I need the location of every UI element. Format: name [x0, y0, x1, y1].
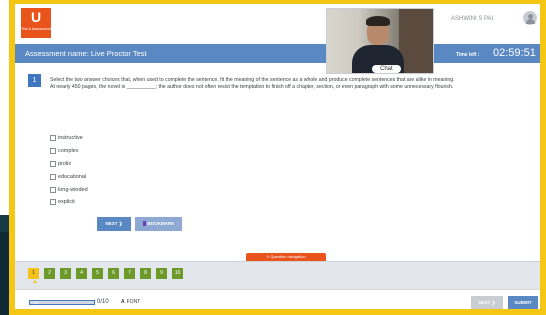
user-name: ASHWINI S PAI: [451, 16, 494, 22]
question-instruction: Select the two answer choices that, when…: [50, 77, 455, 83]
question-nav-button[interactable]: 8: [140, 268, 151, 279]
checkbox[interactable]: [50, 186, 56, 193]
option-label: complex: [58, 148, 79, 155]
next-button[interactable]: NEXT ❯: [97, 217, 131, 231]
answered-count: 0/10: [97, 299, 109, 305]
chat-button[interactable]: Chat: [372, 65, 401, 73]
option-label: educational: [58, 173, 87, 180]
option-label: instructive: [58, 135, 83, 142]
question-prompt: At nearly 450 pages, the novel is ______…: [50, 83, 454, 90]
assessment-title-bar: Assessment name: Live Proctor Test Time …: [15, 44, 540, 63]
progress-bar: [29, 300, 95, 305]
screen-frame: U Test & Assessment ASHWINI S PAI Chat A…: [9, 0, 546, 315]
footer-next-button[interactable]: NEXT ❯: [471, 296, 503, 309]
answer-option[interactable]: instructive: [50, 132, 88, 145]
logo-mark: U: [30, 9, 42, 25]
question-navigation-toggle[interactable]: ∨ Question navigation: [246, 253, 326, 261]
font-label: FONT: [126, 299, 141, 305]
answer-option[interactable]: complex: [50, 145, 88, 158]
font-size-button[interactable]: A FONT: [121, 299, 140, 305]
countdown-timer: 02:59:51: [493, 47, 536, 59]
app-logo: U Test & Assessment: [21, 8, 51, 38]
answer-option[interactable]: long-winded: [50, 183, 88, 196]
option-label: prolix: [58, 160, 72, 167]
option-label: long-winded: [58, 186, 88, 193]
checkbox[interactable]: [50, 199, 56, 206]
webcam-person-hair: [366, 16, 390, 26]
time-left-label: Time left :: [456, 52, 480, 58]
bookmark-label: BOOKMARK: [147, 221, 175, 226]
checkbox[interactable]: [50, 148, 56, 155]
answer-option[interactable]: educational: [50, 170, 88, 183]
question-nav-button[interactable]: 7: [124, 268, 135, 279]
test-screen: U Test & Assessment ASHWINI S PAI Chat A…: [15, 4, 540, 309]
submit-button[interactable]: SUBMIT: [508, 296, 538, 309]
question-nav-button[interactable]: 1: [28, 268, 39, 279]
question-nav-button[interactable]: 3: [60, 268, 71, 279]
header: U Test & Assessment ASHWINI S PAI: [15, 4, 540, 44]
question-text: Select the two answer choices that, when…: [50, 77, 490, 90]
question-nav-button[interactable]: 5: [92, 268, 103, 279]
bookmark-icon: [142, 221, 146, 226]
question-nav-button[interactable]: 4: [76, 268, 87, 279]
webcam-door: [399, 9, 433, 73]
answer-options: instructive complex prolix educational l…: [50, 132, 88, 209]
bookmark-button[interactable]: BOOKMARK: [135, 217, 182, 231]
font-icon: A: [121, 299, 125, 305]
logo-tagline: Test & Assessment: [21, 27, 51, 31]
answer-option[interactable]: prolix: [50, 158, 88, 171]
user-avatar-icon[interactable]: [523, 11, 537, 25]
checkbox[interactable]: [50, 173, 56, 180]
assessment-name: Assessment name: Live Proctor Test: [25, 49, 147, 58]
current-question-caret-icon: [33, 280, 37, 283]
checkbox[interactable]: [50, 135, 56, 142]
question-number-badge: 1: [28, 74, 41, 87]
question-nav-button[interactable]: 10: [172, 268, 183, 279]
question-nav-button[interactable]: 2: [44, 268, 55, 279]
option-label: explicit: [58, 199, 75, 206]
question-nav-button[interactable]: 9: [156, 268, 167, 279]
checkbox[interactable]: [50, 160, 56, 167]
question-nav-button[interactable]: 6: [108, 268, 119, 279]
progress-percent-text: 0%: [33, 300, 39, 305]
answer-option[interactable]: explicit: [50, 196, 88, 209]
